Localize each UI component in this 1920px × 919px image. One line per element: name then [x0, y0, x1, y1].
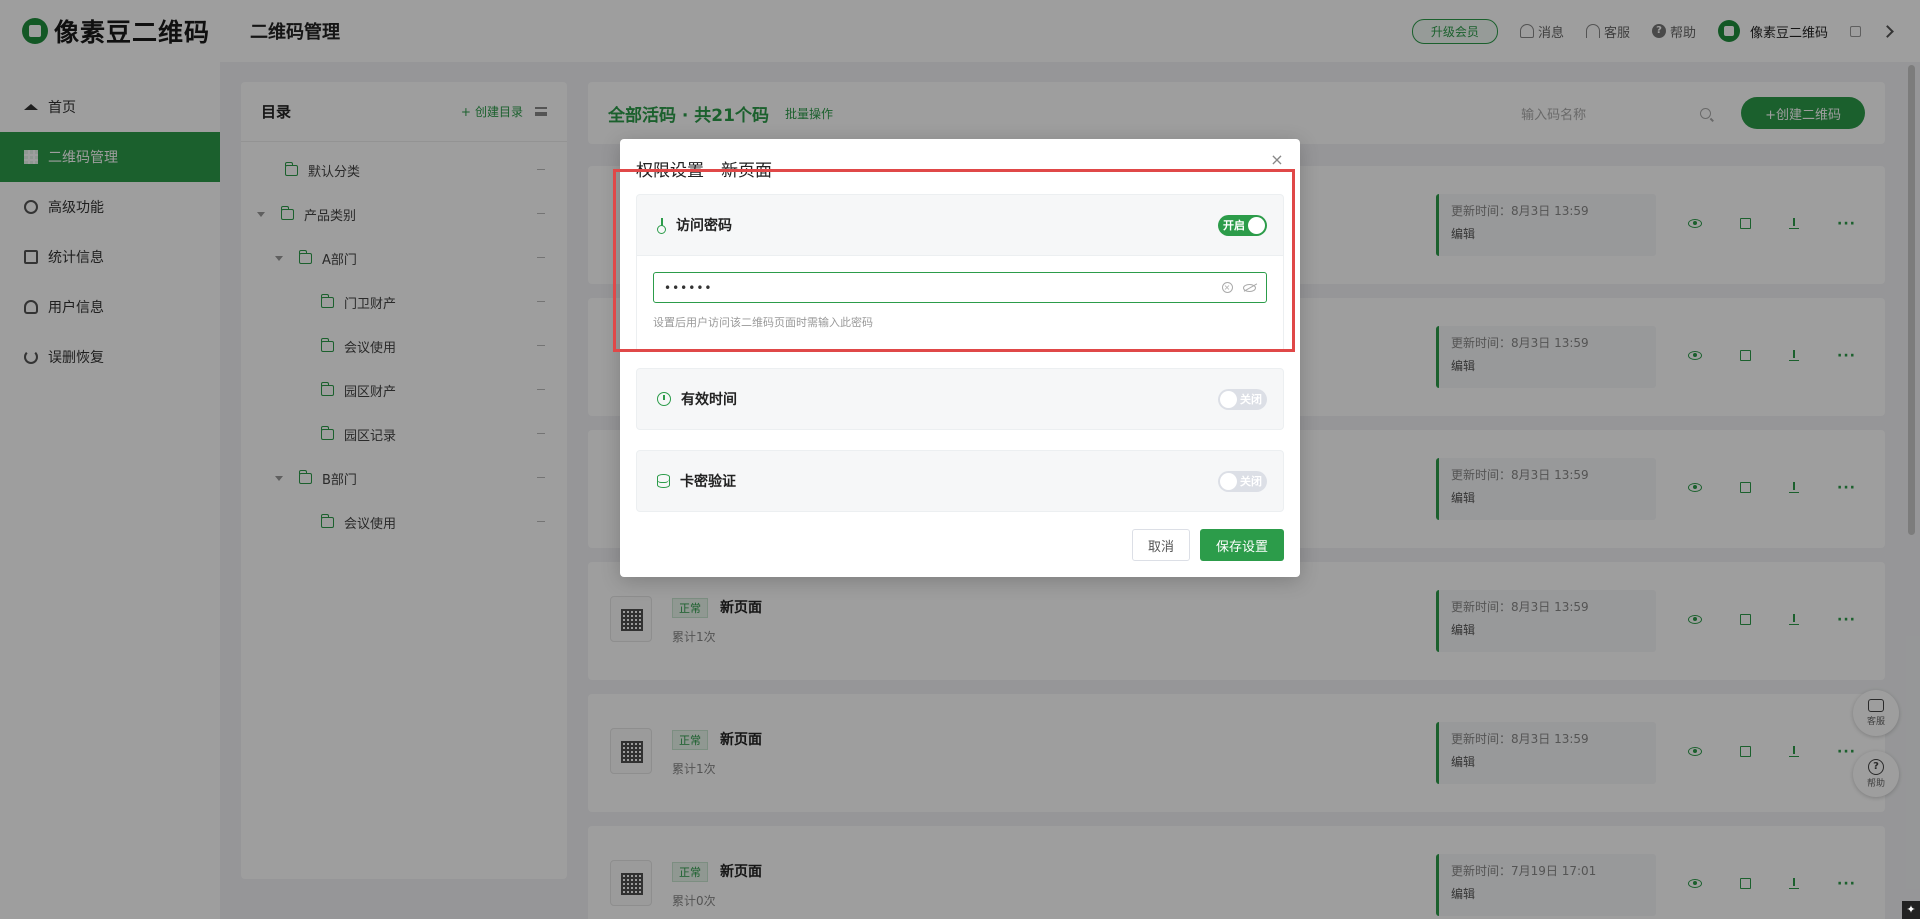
- card-verify-section: 卡密验证 关闭: [636, 450, 1284, 512]
- valid-time-label: 有效时间: [681, 392, 737, 408]
- corner-badge-icon: ✦: [1902, 901, 1920, 919]
- save-settings-button[interactable]: 保存设置: [1199, 529, 1284, 561]
- highlight-box: [613, 169, 1295, 352]
- database-icon: [657, 474, 670, 488]
- close-icon[interactable]: ×: [1270, 152, 1284, 168]
- card-verify-toggle[interactable]: 关闭: [1218, 470, 1267, 492]
- valid-time-toggle[interactable]: 关闭: [1218, 388, 1267, 410]
- timer-icon: [657, 392, 671, 406]
- valid-time-section: 有效时间 关闭: [636, 368, 1284, 430]
- card-verify-label: 卡密验证: [680, 474, 736, 490]
- cancel-button[interactable]: 取消: [1131, 529, 1190, 561]
